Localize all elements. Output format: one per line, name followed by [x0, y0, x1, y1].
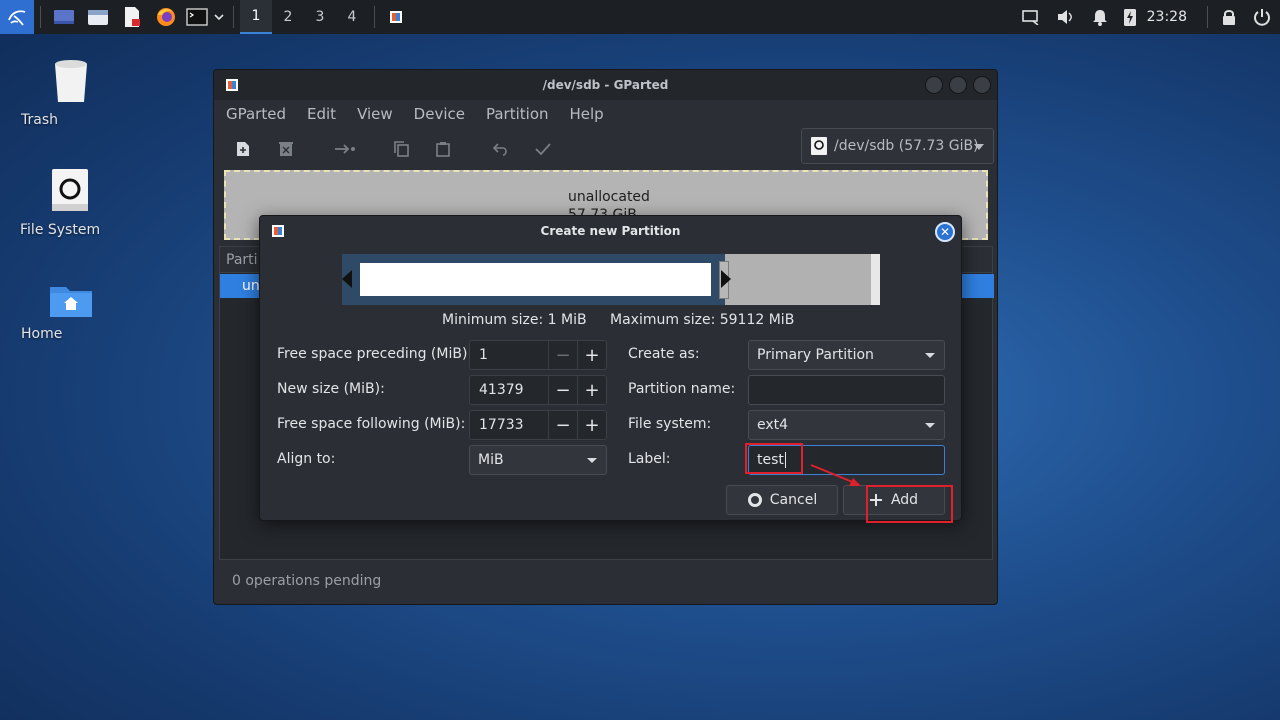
- annotation-arrow: [810, 464, 861, 486]
